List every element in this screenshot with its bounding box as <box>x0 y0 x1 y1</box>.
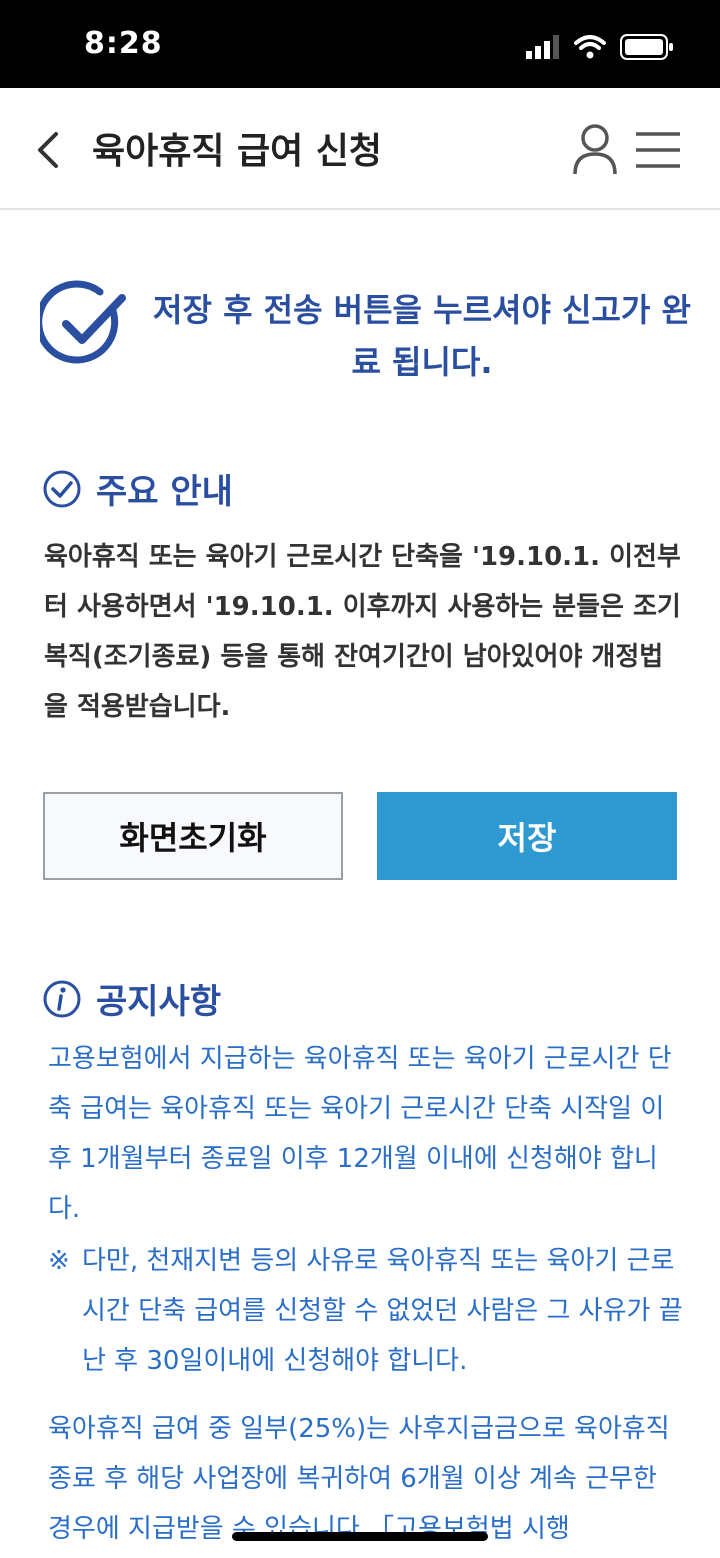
status-icons <box>526 32 674 62</box>
notice-heading-text: 공지사항 <box>96 982 222 1022</box>
status-bar: 8:28 <box>0 0 720 88</box>
check-circle-icon <box>43 470 81 507</box>
check-circle-icon <box>40 280 126 364</box>
guide-heading: 주요 안내 <box>42 464 233 513</box>
completion-banner: 저장 후 전송 버튼을 누르셔야 신고가 완료 됩니다. <box>40 280 691 390</box>
notice-heading: 공지사항 <box>42 974 221 1023</box>
user-icon[interactable] <box>570 122 620 176</box>
wifi-icon <box>574 35 606 59</box>
guide-text: 육아휴직 또는 육아기 근로시간 단축을 '19.10.1. 이전부터 사용하면… <box>44 542 681 722</box>
note-mark: ※ <box>48 1246 70 1276</box>
save-button[interactable]: 저장 <box>377 792 677 880</box>
menu-icon[interactable] <box>634 130 682 170</box>
app-header: 육아휴직 급여 신청 <box>0 88 720 210</box>
signal-icon <box>526 35 559 59</box>
notice-paragraph-1: 고용보험에서 지급하는 육아휴직 또는 육아기 근로시간 단축 급여는 육아휴직… <box>48 1044 672 1224</box>
note-text: 다만, 천재지변 등의 사유로 육아휴직 또는 육아기 근로시간 단축 급여를 … <box>82 1246 683 1376</box>
guide-heading-text: 주요 안내 <box>96 472 233 512</box>
reset-button[interactable]: 화면초기화 <box>43 792 343 880</box>
page-title: 육아휴직 급여 신청 <box>92 131 383 172</box>
info-icon <box>43 980 81 1017</box>
back-arrow-icon[interactable] <box>30 126 66 174</box>
battery-icon <box>620 34 673 60</box>
banner-message: 저장 후 전송 버튼을 누르셔야 신고가 완료 됩니다. <box>153 291 691 381</box>
home-indicator <box>232 1532 488 1541</box>
status-time: 8:28 <box>84 26 163 61</box>
